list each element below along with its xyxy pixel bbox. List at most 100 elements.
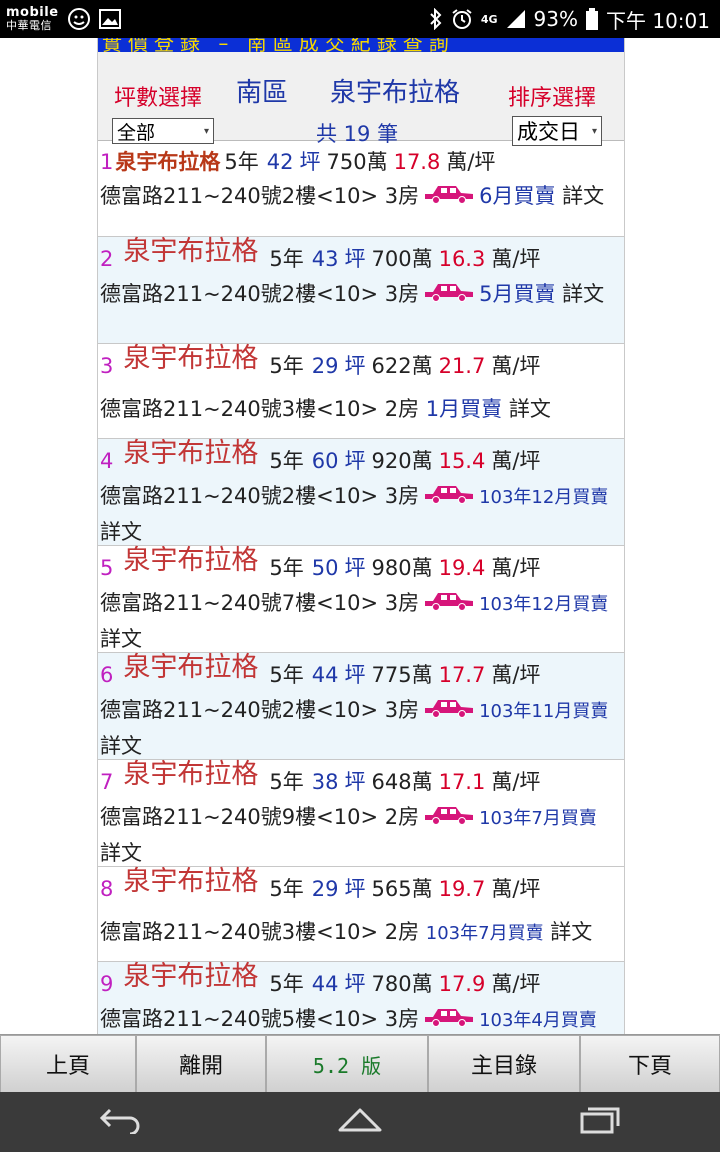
listing-age: 5年 [269, 354, 304, 378]
listing-name-image: 泉宇布拉格 [115, 545, 265, 586]
title-banner: 實價登錄 – 南區成交紀錄查詢 [98, 38, 624, 52]
table-row[interactable]: 1 泉宇布拉格 5年 42 坪 750萬 17.8 萬/坪 德富路211~240… [98, 141, 624, 237]
table-row[interactable]: 7 泉宇布拉格 5年 38 坪 648萬 17.1 萬/坪 德富路211~240… [98, 759, 624, 870]
listing-size-unit: 坪 [344, 877, 366, 901]
listing-size: 60 [311, 449, 339, 473]
listing-size: 29 [311, 877, 339, 901]
detail-link[interactable]: 詳文 [100, 627, 142, 651]
table-row[interactable]: 4 泉宇布拉格 5年 60 坪 920萬 15.4 萬/坪 德富路211~240… [98, 438, 624, 546]
listing-size: 29 [311, 354, 339, 378]
result-count: 共 19 筆 [316, 122, 399, 146]
listing-summary: 8 泉宇布拉格 5年 29 坪 565萬 19.7 萬/坪 [100, 866, 622, 907]
signal-icon [506, 9, 526, 29]
sort-select[interactable]: 成交日 ▾ [512, 116, 602, 146]
listing-address: 德富路211~240號5樓<10> 3房 [100, 1007, 420, 1031]
bottom-toolbar: 上頁 離開 5.2 版 主目錄 下頁 [0, 1034, 720, 1093]
listing-price: 622萬 [371, 354, 433, 378]
detail-link[interactable]: 詳文 [509, 397, 551, 421]
listing-unit: 萬/坪 [491, 877, 541, 901]
listing-name-image: 泉宇布拉格 [115, 236, 265, 277]
sort-label: 排序選擇 [508, 86, 597, 111]
district-link[interactable]: 南區 [236, 72, 288, 109]
car-icon [423, 801, 475, 835]
listing-date: 103年7月買賣 [479, 808, 597, 829]
car-icon [423, 587, 475, 621]
listing-unit: 萬/坪 [491, 556, 541, 580]
listing-name: 泉宇布拉格 [123, 236, 259, 267]
prev-page-button[interactable]: 上頁 [0, 1035, 136, 1093]
system-nav-bar [0, 1092, 720, 1152]
listing-size: 44 [311, 972, 339, 996]
listing-summary: 3 泉宇布拉格 5年 29 坪 622萬 21.7 萬/坪 [100, 343, 622, 384]
listing-address: 德富路211~240號3樓<10> 2房 [100, 920, 420, 944]
listing-address: 德富路211~240號2樓<10> 3房 [100, 484, 420, 508]
next-page-button[interactable]: 下頁 [580, 1035, 720, 1093]
chevron-down-icon: ▾ [591, 125, 597, 137]
recent-apps-icon[interactable] [578, 1106, 622, 1138]
listing-address: 德富路211~240號2樓<10> 3房 [100, 698, 420, 722]
listing-details: 德富路211~240號2樓<10> 3房 6月買賣 詳文 [100, 179, 622, 214]
table-row[interactable]: 2 泉宇布拉格 5年 43 坪 700萬 16.3 萬/坪 德富路211~240… [98, 236, 624, 344]
car-icon [423, 180, 475, 214]
listing-price: 700萬 [371, 247, 433, 271]
listing-size-unit: 坪 [344, 770, 366, 794]
listing-name-image: 泉宇布拉格 [115, 866, 265, 907]
size-select[interactable]: 全部 ▾ [112, 118, 214, 144]
listing-name: 泉宇布拉格 [123, 866, 259, 897]
listing-date: 103年11月買賣 [479, 701, 609, 722]
bluetooth-icon [429, 8, 443, 30]
listing-name: 泉宇布拉格 [123, 438, 259, 469]
listing-address: 德富路211~240號2樓<10> 3房 [100, 282, 420, 306]
listing-price: 775萬 [371, 663, 433, 687]
listing-details: 德富路211~240號2樓<10> 3房 103年11月買賣 詳文 [100, 693, 622, 763]
leave-button[interactable]: 離開 [136, 1035, 266, 1093]
detail-link[interactable]: 詳文 [100, 520, 142, 544]
listing-price: 565萬 [371, 877, 433, 901]
listing-size: 43 [311, 247, 339, 271]
listing-size-unit: 坪 [344, 354, 366, 378]
listing-age: 5年 [269, 247, 304, 271]
listing-date: 103年7月買賣 [425, 923, 544, 944]
listing-index: 8 [100, 877, 114, 901]
detail-link[interactable]: 詳文 [550, 920, 592, 944]
listing-date: 1月買賣 [425, 397, 503, 421]
listing-details: 德富路211~240號3樓<10> 2房 1月買賣 詳文 [100, 392, 622, 426]
listing-index: 4 [100, 449, 114, 473]
detail-link[interactable]: 詳文 [562, 184, 604, 208]
network-type: 4G [480, 12, 498, 26]
status-left: mobile 中華電信 [6, 6, 121, 32]
listing-unit: 萬/坪 [491, 663, 541, 687]
detail-link[interactable]: 詳文 [100, 734, 142, 758]
listing-name: 泉宇布拉格 [123, 343, 259, 374]
listing-unit: 萬/坪 [491, 354, 541, 378]
listing-name-image: 泉宇布拉格 [115, 343, 265, 384]
back-icon[interactable] [98, 1106, 142, 1138]
table-row[interactable]: 5 泉宇布拉格 5年 50 坪 980萬 19.4 萬/坪 德富路211~240… [98, 545, 624, 653]
table-row[interactable]: 8 泉宇布拉格 5年 29 坪 565萬 19.7 萬/坪 德富路211~240… [98, 866, 624, 962]
listing-unit-price: 21.7 [438, 354, 486, 378]
home-icon[interactable] [337, 1106, 383, 1138]
main-menu-button[interactable]: 主目錄 [428, 1035, 580, 1093]
sort-select-value: 成交日 [517, 120, 580, 144]
listing-age: 5年 [269, 663, 304, 687]
listing-unit: 萬/坪 [491, 770, 541, 794]
listing-unit: 萬/坪 [491, 972, 541, 996]
listing-name-image: 泉宇布拉格 [115, 759, 265, 800]
table-row[interactable]: 3 泉宇布拉格 5年 29 坪 622萬 21.7 萬/坪 德富路211~240… [98, 343, 624, 439]
detail-link[interactable]: 詳文 [562, 282, 604, 306]
version-button[interactable]: 5.2 版 [266, 1035, 428, 1093]
alarm-icon [451, 8, 473, 30]
listing-index: 6 [100, 663, 114, 687]
listing-name: 泉宇布拉格 [115, 150, 221, 174]
carrier-label: mobile 中華電信 [6, 6, 59, 32]
page-content[interactable]: 實價登錄 – 南區成交紀錄查詢 坪數選擇 南區 泉宇布拉格 排序選擇 全部 ▾ … [97, 38, 625, 1034]
listing-size-unit: 坪 [344, 972, 366, 996]
detail-link[interactable]: 詳文 [100, 841, 142, 865]
status-bar: mobile 中華電信 4G 93% 下午 10:01 [0, 0, 720, 38]
table-row[interactable]: 6 泉宇布拉格 5年 44 坪 775萬 17.7 萬/坪 德富路211~240… [98, 652, 624, 763]
table-row[interactable]: 9 泉宇布拉格 5年 44 坪 780萬 17.9 萬/坪 德富路211~240… [98, 961, 624, 1034]
listing-date: 6月買賣 [479, 184, 556, 208]
listing-name: 泉宇布拉格 [123, 652, 259, 683]
listing-details: 德富路211~240號9樓<10> 2房 103年7月買賣 詳文 [100, 800, 622, 870]
listing-age: 5年 [269, 556, 304, 580]
